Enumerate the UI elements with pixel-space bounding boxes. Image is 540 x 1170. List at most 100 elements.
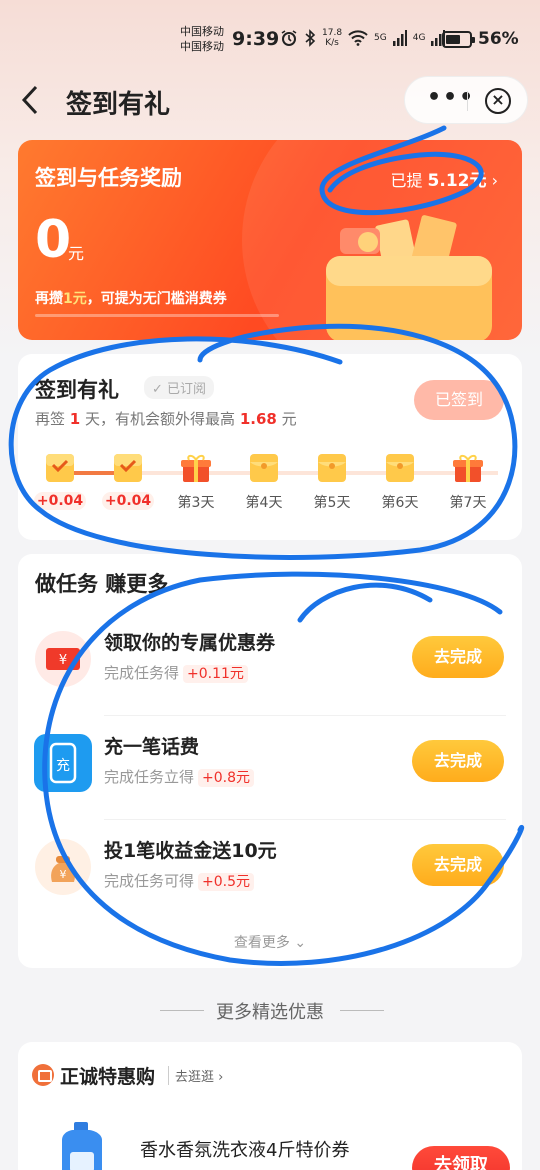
task-name: 投1笔收益金送10元	[104, 840, 277, 862]
task-reward: +0.11元	[183, 665, 248, 683]
desc-amount: 1.68	[239, 410, 277, 428]
subscribed-badge[interactable]: ✓ 已订阅	[144, 376, 215, 399]
signin-day-label: +0.04	[101, 492, 155, 510]
carrier-2: 中国移动	[180, 40, 224, 53]
alarm-icon	[281, 30, 297, 46]
task-name: 充一笔话费	[104, 736, 200, 758]
signin-day: 第6天	[372, 452, 428, 512]
reward-progress-bar	[35, 314, 279, 317]
shop-name: 正诚特惠购	[60, 1066, 156, 1088]
shop-browse-link[interactable]: 去逛逛 ›	[168, 1066, 223, 1085]
page-title: 签到有礼	[66, 90, 171, 120]
wifi-icon	[348, 30, 368, 46]
battery-percent: 56%	[478, 29, 519, 49]
reward-hint: 再攒1元，可提为无门槛消费券	[35, 288, 227, 308]
bluetooth-icon	[305, 29, 316, 47]
shop-card: 正诚特惠购 去逛逛 › 香水香氛洗衣液4斤特价券 去领取	[18, 1042, 522, 1170]
signin-day-label: 第3天	[177, 495, 215, 511]
mini-program-capsule: ••• ×	[404, 76, 528, 124]
capsule-divider	[467, 91, 468, 111]
battery-icon	[442, 31, 475, 48]
desc-unit: 元	[281, 410, 297, 428]
desc-days: 1	[69, 410, 81, 428]
network-speed: 17.8 K/s	[322, 28, 342, 48]
net-speed-unit: K/s	[325, 38, 339, 48]
gift-box-icon	[181, 454, 211, 482]
see-more-link[interactable]: 查看更多 ⌄	[18, 932, 522, 952]
task-item: ¥ 领取你的专属优惠券 完成任务得 +0.11元 去完成	[18, 612, 522, 716]
wallet-illustration	[326, 215, 492, 340]
task-sub-text: 完成任务立得	[104, 768, 195, 786]
nav-bar: 签到有礼 ••• ×	[0, 72, 540, 128]
task-sub: 完成任务可得 +0.5元	[104, 870, 255, 891]
coupon-icon: ¥	[35, 631, 91, 687]
gift-box-icon	[453, 454, 483, 482]
back-button[interactable]	[20, 84, 40, 122]
signal-2-tag: 4G	[412, 33, 426, 43]
task-reward: +0.8元	[198, 769, 255, 787]
more-deals-title: 更多精选优惠	[216, 1002, 324, 1023]
chevron-right-icon: ›	[491, 171, 498, 190]
signin-description: 再签 1 天，有机会额外得最高 1.68 元	[35, 408, 297, 429]
signin-day-label: 第4天	[245, 495, 283, 511]
signin-day: +0.04	[100, 452, 156, 510]
balance-amount: 0	[35, 210, 72, 270]
chevron-left-icon	[21, 85, 38, 115]
red-envelope-icon	[250, 454, 278, 482]
hint-suffix: ，可提为无门槛消费券	[86, 291, 227, 307]
hint-prefix: 再攒	[35, 291, 63, 307]
signin-day-label: 第5天	[313, 495, 351, 511]
reward-title: 签到与任务奖励	[35, 166, 182, 190]
withdrawn-amount: 5.12元	[427, 171, 487, 191]
withdrawn-prefix: 已提	[390, 171, 423, 190]
task-sub: 完成任务立得 +0.8元	[104, 766, 255, 787]
clock: 9:39	[232, 28, 280, 50]
status-bar: 中国移动 中国移动 9:39 17.8 K/s 5G 4G 56%	[0, 0, 540, 64]
close-icon: ×	[491, 90, 505, 109]
checked-envelope-icon	[46, 454, 74, 482]
task-sub-text: 完成任务可得	[104, 872, 195, 890]
signed-in-button[interactable]: 已签到	[414, 380, 504, 420]
close-button[interactable]: ×	[485, 88, 511, 114]
task-name: 领取你的专属优惠券	[104, 632, 276, 654]
signin-day: 第7天	[440, 452, 496, 512]
signin-day: 第4天	[236, 452, 292, 512]
task-sub-text: 完成任务得	[104, 664, 180, 682]
task-go-button[interactable]: 去完成	[412, 636, 504, 678]
phone-recharge-icon: 充	[34, 734, 92, 792]
task-go-button[interactable]: 去完成	[412, 844, 504, 886]
signin-day: 第5天	[304, 452, 360, 512]
net-speed-value: 17.8	[322, 28, 343, 38]
shop-icon	[32, 1064, 54, 1086]
red-envelope-icon	[386, 454, 414, 482]
signin-day-label: +0.04	[33, 492, 87, 510]
svg-text:充: 充	[56, 758, 70, 774]
carrier-labels: 中国移动 中国移动	[180, 24, 224, 54]
signal-1-tag: 5G	[374, 33, 387, 43]
checked-envelope-icon	[114, 454, 142, 482]
desc-b: 天，有机会额外得最高	[85, 410, 236, 428]
detergent-bottle-image	[62, 1122, 102, 1170]
task-item: ¥ 投1笔收益金送10元 完成任务可得 +0.5元 去完成	[18, 820, 522, 924]
hint-value: 1元	[63, 291, 87, 307]
signin-card: 签到有礼 ✓ 已订阅 再签 1 天，有机会额外得最高 1.68 元 已签到 +0…	[18, 354, 522, 540]
coin-bag-icon: ¥	[35, 839, 91, 895]
task-item: 充 充一笔话费 完成任务立得 +0.8元 去完成	[18, 716, 522, 820]
task-go-button[interactable]: 去完成	[412, 740, 504, 782]
balance-unit: 元	[68, 244, 85, 263]
withdrawn-link[interactable]: 已提 5.12元 ›	[390, 166, 498, 191]
tasks-title: 做任务 赚更多	[35, 572, 169, 596]
task-reward: +0.5元	[198, 873, 255, 891]
svg-text:¥: ¥	[60, 868, 67, 881]
carrier-1: 中国移动	[180, 25, 224, 38]
divider-right	[340, 1010, 384, 1011]
signin-day-label: 第6天	[381, 495, 419, 511]
task-sub: 完成任务得 +0.11元	[104, 662, 248, 683]
reward-card: 签到与任务奖励 已提 5.12元 › 0 元 再攒1元，可提为无门槛消费券	[18, 140, 522, 340]
tasks-card: 做任务 赚更多 ¥ 领取你的专属优惠券 完成任务得 +0.11元 去完成 充 充一…	[18, 554, 522, 968]
signin-title: 签到有礼	[35, 378, 119, 402]
desc-a: 再签	[35, 410, 66, 428]
product-name: 香水香氛洗衣液4斤特价券	[140, 1140, 350, 1161]
claim-button[interactable]: 去领取	[412, 1146, 510, 1170]
svg-text:¥: ¥	[59, 653, 67, 668]
